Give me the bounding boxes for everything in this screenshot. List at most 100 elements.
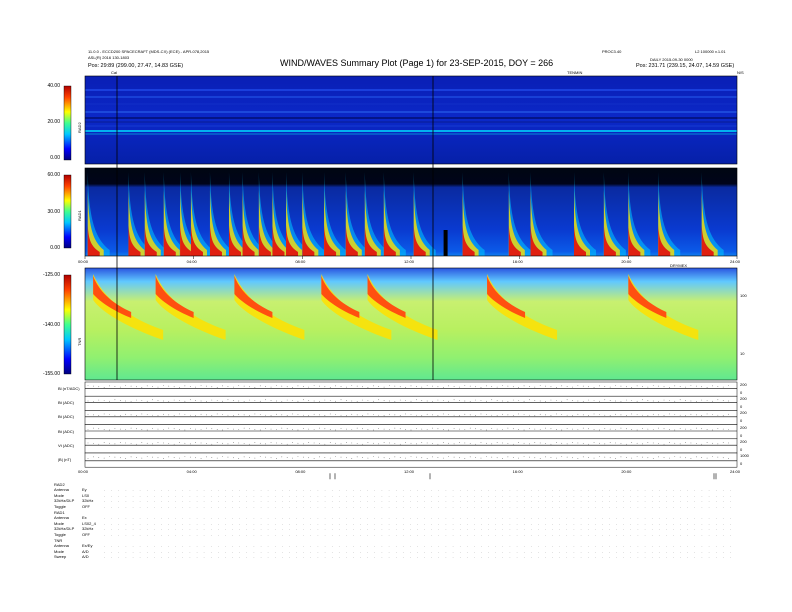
line-panel-0-point-40 bbox=[302, 386, 304, 387]
line-panel-2-point-86 bbox=[550, 415, 552, 416]
line-panel-1-point-5 bbox=[114, 399, 116, 401]
line-panel-2-point-73 bbox=[480, 413, 482, 415]
line-panel-4-point-61 bbox=[416, 443, 417, 445]
status-dots: ........................................… bbox=[104, 526, 734, 531]
lower-time-tick-3: 12:00 bbox=[404, 469, 415, 475]
line-panel-3-point-97 bbox=[609, 428, 611, 430]
line-panel-4-point-110 bbox=[679, 443, 681, 445]
line-panel-0-point-19 bbox=[189, 386, 191, 387]
line-panel-1-point-96 bbox=[604, 399, 606, 401]
line-panel-5-point-96 bbox=[604, 456, 606, 458]
line-panel-1-point-20 bbox=[195, 400, 197, 401]
status-key: Toggle bbox=[54, 503, 66, 509]
line-panel-1-point-104 bbox=[647, 400, 649, 401]
line-panel-1-point-116 bbox=[712, 400, 713, 402]
status-dots: ........................................… bbox=[104, 520, 734, 526]
line-panel-label-4: Vt (ADC) bbox=[58, 442, 74, 448]
line-panel-4-point-33 bbox=[265, 443, 266, 445]
line-panel-5-point-28 bbox=[238, 458, 240, 459]
line-panel-2-point-52 bbox=[367, 413, 369, 415]
line-panel-3-point-39 bbox=[297, 429, 299, 431]
line-panel-3-point-82 bbox=[529, 428, 530, 429]
line-panel-1-point-90 bbox=[572, 400, 573, 401]
line-panel-2-point-6 bbox=[119, 415, 121, 417]
line-panel-0-point-21 bbox=[200, 385, 202, 386]
line-panel-0-point-80 bbox=[518, 387, 520, 388]
line-panel-0-point-76 bbox=[496, 386, 498, 388]
line-panel-1-point-71 bbox=[469, 401, 471, 402]
line-panel-4-point-27 bbox=[233, 442, 234, 443]
line-panel-4-point-28 bbox=[238, 442, 240, 444]
line-panel-2-point-44 bbox=[324, 415, 326, 416]
line-panel-2-point-17 bbox=[179, 413, 180, 415]
line-panel-3-point-42 bbox=[313, 429, 315, 431]
line-panel-2-point-114 bbox=[701, 415, 703, 416]
line-panel-1-point-75 bbox=[491, 399, 493, 401]
line-panel-2-point-11 bbox=[146, 414, 148, 415]
line-panel-1-point-49 bbox=[351, 400, 353, 402]
line-panel-0-point-77 bbox=[502, 385, 503, 386]
status-dots: ........................................… bbox=[104, 503, 734, 509]
line-panel-5-point-2 bbox=[98, 457, 100, 458]
line-panel-3-point-115 bbox=[706, 429, 708, 430]
line-panel-4-point-101 bbox=[631, 442, 633, 444]
line-panel-4-point-68 bbox=[453, 443, 455, 445]
line-panel-5-point-79 bbox=[512, 457, 514, 458]
line-panel-5-point-84 bbox=[539, 458, 541, 459]
line-panel-5-point-55 bbox=[383, 457, 385, 459]
line-panel-1-point-15 bbox=[168, 401, 170, 402]
line-panel-1-point-41 bbox=[308, 400, 310, 401]
line-panel-3-point-95 bbox=[599, 429, 600, 431]
line-panel-2-point-31 bbox=[254, 413, 256, 415]
line-panel-3-point-50 bbox=[356, 427, 358, 429]
line-panel-0-point-83 bbox=[534, 386, 536, 388]
line-panel-4-point-99 bbox=[620, 443, 622, 444]
line-panel-3-point-49 bbox=[351, 429, 353, 431]
line-panel-0-point-63 bbox=[426, 385, 428, 386]
line-panel-2-point-115 bbox=[706, 413, 708, 415]
line-panel-3-point-118 bbox=[722, 428, 724, 430]
line-panel-5-point-107 bbox=[663, 457, 665, 458]
line-panel-3-point-87 bbox=[556, 429, 557, 430]
line-panel-3-point-38 bbox=[292, 429, 293, 430]
line-panel-2-point-58 bbox=[399, 415, 401, 416]
line-panel-0-point-74 bbox=[486, 385, 487, 387]
line-panel-1-point-91 bbox=[577, 400, 579, 402]
line-panel-5-point-77 bbox=[502, 458, 503, 459]
line-panel-3-point-114 bbox=[701, 428, 703, 430]
line-panel-5-point-106 bbox=[658, 456, 659, 458]
line-panel-2-point-69 bbox=[459, 415, 460, 417]
line-panel-1-point-109 bbox=[674, 400, 676, 402]
line-panel-4-point-92 bbox=[582, 443, 584, 444]
line-panel-right-lo-3: 0 bbox=[740, 432, 743, 438]
line-panel-4-point-4 bbox=[109, 442, 110, 444]
line-panel-3-point-46 bbox=[335, 429, 336, 431]
line-panel-0-point-0 bbox=[87, 385, 89, 386]
line-panel-3-point-65 bbox=[437, 428, 439, 430]
line-panel-0-point-114 bbox=[701, 386, 703, 388]
line-panel-5-point-54 bbox=[378, 456, 380, 458]
line-panel-2-point-75 bbox=[491, 414, 493, 416]
line-panel-3-point-89 bbox=[566, 428, 568, 429]
line-panel-3-point-48 bbox=[346, 428, 347, 430]
line-panel-1-point-6 bbox=[119, 400, 121, 401]
line-panel-3-point-63 bbox=[426, 429, 428, 431]
line-panel-5-point-9 bbox=[136, 457, 137, 458]
line-panel-3-point-62 bbox=[421, 428, 423, 430]
line-panel-5-point-117 bbox=[717, 456, 719, 458]
line-panel-5-point-49 bbox=[351, 458, 353, 459]
line-panel-2-point-1 bbox=[93, 414, 94, 416]
line-panel-2-point-10 bbox=[141, 413, 143, 415]
line-panel-1-point-110 bbox=[679, 399, 681, 401]
line-panel-0-point-10 bbox=[141, 387, 143, 388]
rad2-colorbar bbox=[63, 85, 72, 161]
tnr-right-tick-10: 10 bbox=[740, 351, 745, 356]
line-panel-4-point-77 bbox=[502, 442, 503, 444]
line-panel-5-point-27 bbox=[233, 457, 234, 459]
line-panel-2-point-119 bbox=[728, 413, 729, 415]
line-panel-0-point-36 bbox=[281, 385, 283, 387]
line-panel-1-point-82 bbox=[529, 399, 530, 401]
line-panel-0-point-29 bbox=[243, 385, 245, 387]
line-panel-0-point-32 bbox=[259, 385, 261, 387]
line-panel-5-point-110 bbox=[679, 456, 681, 458]
